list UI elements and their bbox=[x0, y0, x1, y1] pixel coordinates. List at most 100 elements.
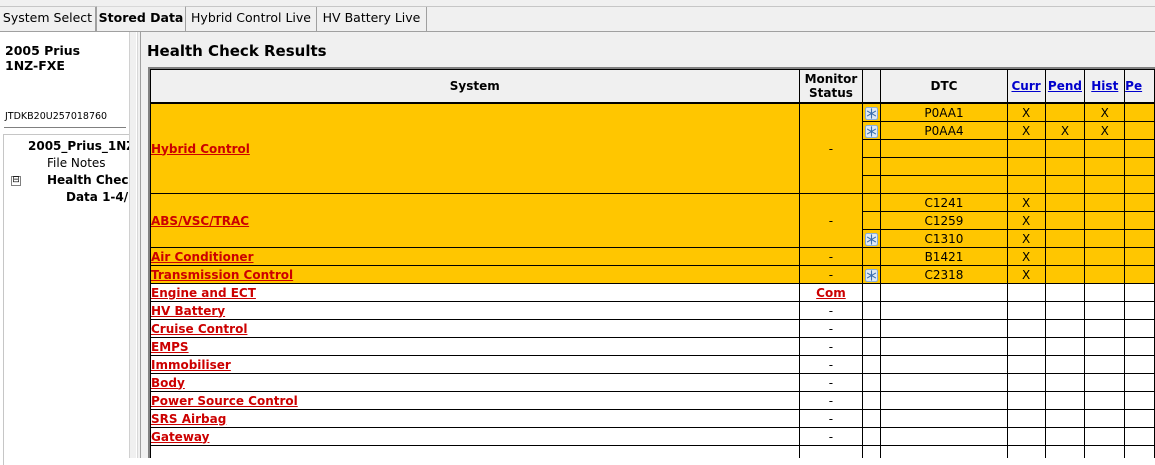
empty-cell bbox=[880, 445, 1008, 458]
table-row: Gateway - bbox=[150, 427, 1155, 446]
tree-data-node[interactable]: Data 1-4/2 bbox=[66, 189, 130, 205]
tab-stored-data[interactable]: Stored Data bbox=[96, 6, 186, 32]
curr-flag-cell: X bbox=[1006, 102, 1046, 122]
system-link[interactable]: Engine and ECT bbox=[150, 283, 800, 302]
collapse-icon[interactable]: ⊟ bbox=[11, 176, 21, 186]
pe-flag-cell bbox=[1124, 319, 1155, 338]
tab-hybrid-control-live[interactable]: Hybrid Control Live bbox=[186, 7, 317, 31]
empty-cell bbox=[1044, 445, 1086, 458]
monitor-status-value: - bbox=[828, 249, 834, 264]
system-link[interactable]: EMPS bbox=[150, 337, 800, 356]
system-link[interactable]: Body bbox=[150, 373, 800, 392]
table-row: Engine and ECT Com bbox=[150, 283, 1155, 302]
pend-flag-cell bbox=[1044, 427, 1086, 446]
hist-flag-cell bbox=[1084, 265, 1126, 284]
freeze-frame-icon[interactable] bbox=[862, 265, 882, 284]
system-link[interactable]: Gateway bbox=[150, 427, 800, 446]
table-row: Hybrid Control - P0AA1 X X bbox=[150, 102, 1155, 194]
pe-flag-cell bbox=[1124, 229, 1155, 248]
pend-flag-cell bbox=[1044, 229, 1086, 248]
tab-hv-battery-live[interactable]: HV Battery Live bbox=[317, 7, 427, 31]
dtc-code-cell: P0AA1 bbox=[880, 102, 1008, 122]
monitor-status-cell[interactable]: Com bbox=[798, 283, 864, 302]
tree-health-check[interactable]: Health Check bbox=[47, 172, 130, 188]
curr-flag-cell bbox=[1006, 283, 1046, 302]
column-header-pend[interactable]: Pend bbox=[1044, 69, 1086, 104]
icon-cell bbox=[862, 391, 882, 410]
hist-flag-cell bbox=[1084, 301, 1126, 320]
tree-file-notes[interactable]: File Notes bbox=[47, 155, 106, 171]
pe-flag-cell bbox=[1124, 157, 1155, 176]
icon-cell bbox=[862, 193, 882, 212]
dtc-code-cell: C1259 bbox=[880, 211, 1008, 230]
monitor-status-cell: - bbox=[798, 409, 864, 428]
system-link[interactable]: Power Source Control bbox=[150, 391, 800, 410]
monitor-status-value: - bbox=[828, 303, 834, 318]
hist-flag-cell bbox=[1084, 283, 1126, 302]
system-link[interactable]: ABS/VSC/TRAC bbox=[150, 193, 800, 248]
hist-flag-cell bbox=[1084, 355, 1126, 374]
health-check-table: System Monitor Status DTC Curr Pend Hist … bbox=[150, 69, 1155, 458]
column-header-monitor-status[interactable]: Monitor Status bbox=[798, 69, 864, 104]
table-row: Air Conditioner - B1421 X bbox=[150, 247, 1155, 266]
hist-flag-cell bbox=[1084, 157, 1126, 176]
table-row: EMPS - bbox=[150, 337, 1155, 356]
freeze-frame-icon[interactable] bbox=[862, 102, 882, 122]
system-link[interactable]: Immobiliser bbox=[150, 355, 800, 374]
column-header-dtc[interactable]: DTC bbox=[880, 69, 1008, 104]
monitor-status-link[interactable]: Com bbox=[816, 286, 846, 300]
tree-root-node[interactable]: 2005_Prius_1NZ- bbox=[28, 138, 130, 154]
table-row: ABS/VSC/TRAC - C1241 X bbox=[150, 193, 1155, 248]
column-header-hist[interactable]: Hist bbox=[1084, 69, 1126, 104]
pend-flag-cell: X bbox=[1044, 121, 1086, 140]
icon-cell bbox=[862, 139, 882, 158]
dtc-code-cell bbox=[880, 427, 1008, 446]
hist-flag-cell bbox=[1084, 247, 1126, 266]
system-link[interactable]: Cruise Control bbox=[150, 319, 800, 338]
tab-system-select[interactable]: System Select bbox=[0, 7, 96, 31]
system-link[interactable]: Transmission Control bbox=[150, 265, 800, 284]
hist-flag-cell bbox=[1084, 175, 1126, 194]
dtc-code-cell bbox=[880, 391, 1008, 410]
monitor-status-cell: - bbox=[798, 193, 864, 248]
column-header-system[interactable]: System bbox=[150, 69, 800, 104]
pend-flag-cell bbox=[1044, 157, 1086, 176]
system-link[interactable]: HV Battery bbox=[150, 301, 800, 320]
freeze-frame-icon[interactable] bbox=[862, 121, 882, 140]
column-header-curr[interactable]: Curr bbox=[1006, 69, 1046, 104]
empty-cell bbox=[150, 445, 800, 458]
dtc-code-cell bbox=[880, 175, 1008, 194]
left-panel-scrollbar[interactable] bbox=[129, 32, 136, 458]
monitor-status-value: - bbox=[828, 321, 834, 336]
monitor-status-value: - bbox=[828, 357, 834, 372]
pe-flag-cell bbox=[1124, 337, 1155, 356]
column-header-pe[interactable]: Pe bbox=[1124, 69, 1155, 104]
pend-flag-cell bbox=[1044, 139, 1086, 158]
vehicle-panel: 2005 Prius 1NZ-FXE JTDKB20U257018760 200… bbox=[0, 32, 137, 465]
icon-cell bbox=[862, 337, 882, 356]
dtc-code-cell bbox=[880, 409, 1008, 428]
curr-flag-cell: X bbox=[1006, 193, 1046, 212]
icon-cell bbox=[862, 373, 882, 392]
icon-cell bbox=[862, 319, 882, 338]
system-link[interactable]: Air Conditioner bbox=[150, 247, 800, 266]
monitor-status-cell: - bbox=[798, 301, 864, 320]
monitor-status-cell: - bbox=[798, 247, 864, 266]
freeze-frame-icon[interactable] bbox=[862, 229, 882, 248]
table-row: Immobiliser - bbox=[150, 355, 1155, 374]
hist-flag-cell bbox=[1084, 229, 1126, 248]
curr-flag-cell: X bbox=[1006, 265, 1046, 284]
hist-flag-cell bbox=[1084, 211, 1126, 230]
hist-flag-cell bbox=[1084, 409, 1126, 428]
system-link[interactable]: SRS Airbag bbox=[150, 409, 800, 428]
pend-flag-cell bbox=[1044, 301, 1086, 320]
system-link[interactable]: Hybrid Control bbox=[150, 102, 800, 194]
curr-flag-cell bbox=[1006, 139, 1046, 158]
hist-flag-cell bbox=[1084, 391, 1126, 410]
monitor-status-value: - bbox=[828, 375, 834, 390]
pe-flag-cell bbox=[1124, 283, 1155, 302]
dtc-code-cell: C1310 bbox=[880, 229, 1008, 248]
vehicle-engine: 1NZ-FXE bbox=[5, 58, 65, 73]
monitor-status-value: - bbox=[828, 339, 834, 354]
table-row: Transmission Control - C2318 X bbox=[150, 265, 1155, 284]
